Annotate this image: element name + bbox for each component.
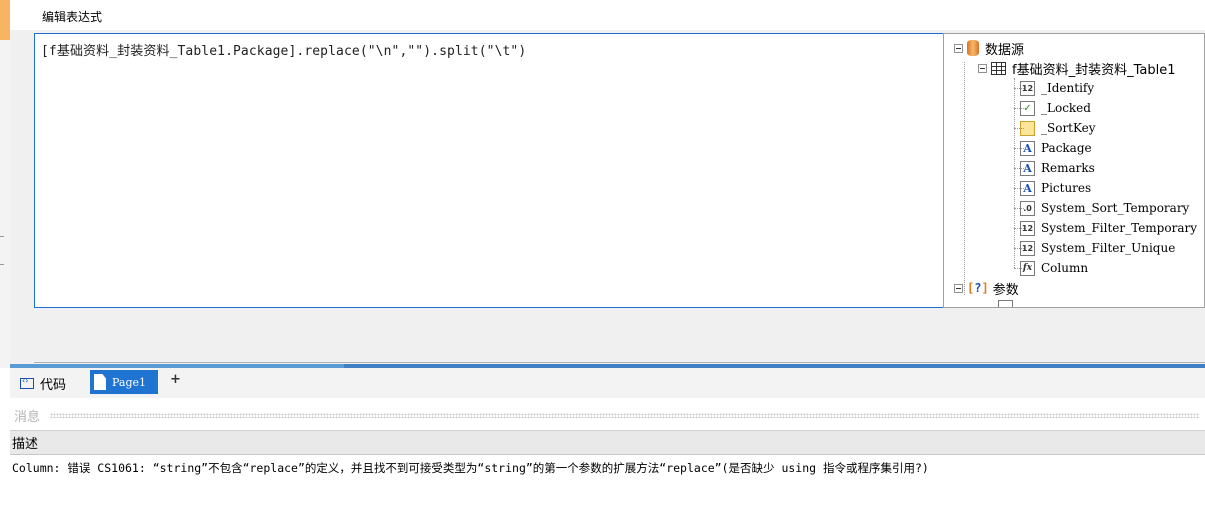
tab-page1-label: Page1 <box>112 375 147 389</box>
field-label: Package <box>1041 141 1092 155</box>
tab-code-label: 代码 <box>40 377 67 393</box>
designer-side-strip <box>0 0 10 368</box>
field-label: _Locked <box>1041 101 1091 115</box>
datasource-label: 数据源 <box>985 42 1025 58</box>
side-marker <box>0 264 4 265</box>
tab-page1[interactable]: Page1 <box>90 370 158 394</box>
field-label: System_Sort_Temporary <box>1041 201 1190 215</box>
edit-expression-dialog: 编辑表达式 [f基础资料_封装资料_Table1.Package].replac… <box>10 0 1205 368</box>
tab-code[interactable]: 代码 <box>20 372 66 394</box>
add-page-button[interactable]: + <box>170 372 181 387</box>
tree-guide <box>964 62 965 295</box>
tree-branch <box>1014 108 1024 109</box>
tree-node-datasource[interactable]: 数据源 <box>954 38 1024 58</box>
tree-field-item[interactable]: A Package <box>1014 138 1092 158</box>
field-label: Column <box>1041 261 1089 275</box>
tree-branch <box>1014 268 1024 269</box>
tree-branch <box>1014 248 1024 249</box>
dialog-title-bar: 编辑表达式 <box>10 0 1205 30</box>
expression-text[interactable]: [f基础资料_封装资料_Table1.Package].replace("\n"… <box>41 40 526 59</box>
tree-branch <box>1014 228 1024 229</box>
tree-field-item[interactable]: _SortKey <box>1014 118 1096 138</box>
panel-grip[interactable] <box>50 412 1199 418</box>
field-label: Pictures <box>1041 181 1092 195</box>
tree-field-item[interactable]: A Remarks <box>1014 158 1095 178</box>
designer-window: 编辑表达式 [f基础资料_封装资料_Table1.Package].replac… <box>0 0 1205 523</box>
tree-field-item[interactable]: .0 System_Sort_Temporary <box>1014 198 1190 218</box>
tree-field-item[interactable]: fx Column <box>1014 258 1089 278</box>
messages-panel-header: 消息 <box>10 404 1205 426</box>
messages-title: 消息 <box>14 409 41 425</box>
tree-field-item[interactable]: 12 _Identify <box>1014 78 1095 98</box>
tree-field-item[interactable]: A Pictures <box>1014 178 1092 198</box>
tree-branch <box>1014 208 1024 209</box>
field-label: _SortKey <box>1041 121 1096 135</box>
partial-node-icon <box>998 300 1013 307</box>
message-row[interactable]: Column: 错误 CS1061: “string”不包含“replace”的… <box>12 460 929 476</box>
messages-panel: 描述 Column: 错误 CS1061: “string”不包含“replac… <box>10 430 1205 523</box>
expression-editor[interactable]: [f基础资料_封装资料_Table1.Package].replace("\n"… <box>34 33 944 308</box>
collapse-icon[interactable] <box>954 283 963 293</box>
field-label: Remarks <box>1041 161 1095 175</box>
tree-branch <box>1014 88 1024 89</box>
field-label: _Identify <box>1041 81 1095 95</box>
tree-node-table[interactable]: f基础资料_封装资料_Table1 <box>978 58 1175 78</box>
tree-field-item[interactable]: ✓ _Locked <box>1014 98 1091 118</box>
table-label: f基础资料_封装资料_Table1 <box>1012 62 1176 78</box>
column-header-description[interactable]: 描述 <box>10 431 1205 455</box>
parameters-label: 参数 <box>992 282 1019 298</box>
database-icon <box>967 40 979 56</box>
code-icon <box>20 376 34 389</box>
collapse-icon[interactable] <box>978 63 987 73</box>
tree-field-item[interactable]: 12 System_Filter_Unique <box>1014 238 1176 258</box>
side-accent <box>0 0 10 40</box>
tree-branch <box>1014 148 1024 149</box>
column-header-label: 描述 <box>12 437 39 452</box>
field-label: System_Filter_Unique <box>1041 241 1176 255</box>
tree-guide <box>1014 78 1015 268</box>
tree-branch <box>1014 128 1024 129</box>
dialog-divider <box>34 362 1205 363</box>
tree-field-item[interactable]: 12 System_Filter_Temporary <box>1014 218 1197 238</box>
parameters-icon: [?] <box>967 281 989 295</box>
page-icon <box>94 374 106 390</box>
field-label: System_Filter_Temporary <box>1041 221 1197 235</box>
collapse-icon[interactable] <box>954 43 963 53</box>
designer-tab-strip: 代码 Page1 + <box>10 368 1205 398</box>
tree-node-parameters[interactable]: [?] 参数 <box>954 278 1019 298</box>
tree-branch <box>1014 168 1024 169</box>
data-source-tree[interactable]: 数据源 f基础资料_封装资料_Table1 12 _Identify ✓ _Locke… <box>943 33 1205 308</box>
side-marker <box>0 236 4 237</box>
tree-branch <box>1014 188 1024 189</box>
table-icon <box>991 61 1006 75</box>
dialog-title: 编辑表达式 <box>42 10 103 24</box>
